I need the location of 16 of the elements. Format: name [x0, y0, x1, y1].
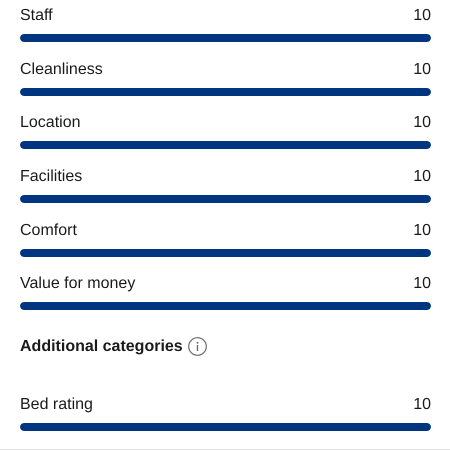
rating-label: Facilities: [20, 168, 82, 186]
rating-label: Comfort: [20, 222, 77, 240]
rating-score: 10: [413, 7, 431, 25]
rating-score: 10: [413, 168, 431, 186]
rating-label: Staff: [20, 7, 53, 25]
section-heading: Additional categories: [20, 338, 183, 356]
rating-label: Bed rating: [20, 396, 93, 414]
rating-label: Cleanliness: [20, 60, 103, 79]
rating-label: Value for money: [20, 275, 136, 294]
rating-score: 10: [413, 114, 431, 132]
rating-score: 10: [413, 275, 431, 294]
rating-score: 10: [413, 396, 431, 414]
rating-score: 10: [413, 222, 431, 240]
info-icon[interactable]: [188, 337, 207, 356]
rating-label: Location: [20, 114, 80, 132]
rating-score: 10: [413, 60, 431, 79]
